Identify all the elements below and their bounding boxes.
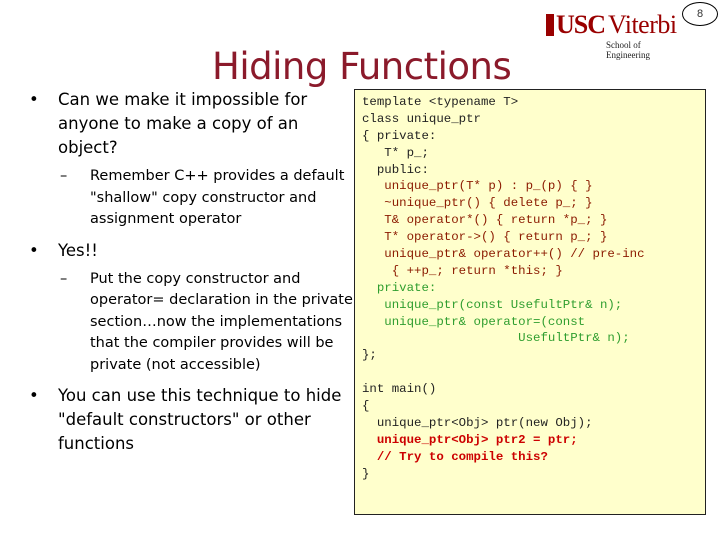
code-line: unique_ptr<Obj> ptr2 = ptr; — [362, 432, 578, 447]
usc-viterbi-logo: USC Viterbi School of Engineering — [546, 8, 686, 60]
code-line: { ++p_; return *this; } — [362, 263, 563, 278]
bullet-item: • You can use this technique to hide "def… — [26, 384, 356, 456]
code-line: unique_ptr(const UsefultPtr& n); — [362, 297, 623, 312]
dash-mark: – — [60, 168, 68, 184]
sub-bullet-item: – Remember C++ provides a default "shallo… — [26, 166, 356, 231]
bullet-mark: • — [29, 386, 39, 405]
code-line: private: — [362, 280, 437, 295]
code-line: T* p_; — [362, 145, 429, 160]
bullet-text: You can use this technique to hide "defa… — [58, 386, 342, 453]
bullet-item: • Can we make it impossible for anyone to… — [26, 88, 356, 160]
code-block: template <typename T> class unique_ptr { p… — [354, 89, 706, 515]
code-line: ~unique_ptr() { delete p_; } — [362, 196, 593, 211]
bullet-list: • Can we make it impossible for anyone to… — [26, 88, 356, 462]
code-line: } — [362, 466, 370, 481]
code-line: T* operator->() { return p_; } — [362, 230, 608, 245]
code-line: { — [362, 399, 370, 414]
logo-bar — [546, 14, 554, 36]
dash-mark: – — [60, 270, 68, 287]
code-line: // Try to compile this? — [362, 449, 548, 464]
bullet-text: Can we make it impossible for anyone to … — [58, 90, 308, 157]
code-line: int main() — [362, 382, 437, 397]
code-line: unique_ptr& operator=(const — [362, 314, 586, 329]
code-line: unique_ptr<Obj> ptr(new Obj); — [362, 415, 593, 430]
sub-bullet-item: – Put the copy constructor and operator= … — [26, 269, 356, 377]
code-line: class unique_ptr — [362, 111, 481, 126]
page-number: 8 — [682, 2, 718, 26]
bullet-text: Put the copy constructor and operator= d… — [90, 270, 353, 373]
code-line: unique_ptr& operator++() // pre-inc — [362, 247, 645, 262]
code-line: UsefultPtr& n); — [362, 331, 630, 346]
code-line: { private: — [362, 128, 437, 143]
code-line: }; — [362, 348, 377, 363]
logo-viterbi: Viterbi — [608, 10, 677, 39]
bullet-text: Remember C++ provides a default "shallow… — [90, 168, 345, 227]
code-line: unique_ptr(T* p) : p_(p) { } — [362, 179, 593, 194]
logo-usc: USC — [556, 10, 606, 39]
slide-title: Hiding Functions — [212, 45, 512, 88]
logo-subtitle: School of Engineering — [606, 40, 650, 60]
bullet-mark: • — [29, 240, 39, 260]
bullet-text: Yes!! — [58, 240, 98, 260]
bullet-item: • Yes!! — [26, 239, 356, 263]
bullet-mark: • — [29, 90, 39, 109]
code-line: T& operator*() { return *p_; } — [362, 213, 608, 228]
code-line: template <typename T> — [362, 95, 519, 109]
code-line: public: — [362, 162, 429, 177]
